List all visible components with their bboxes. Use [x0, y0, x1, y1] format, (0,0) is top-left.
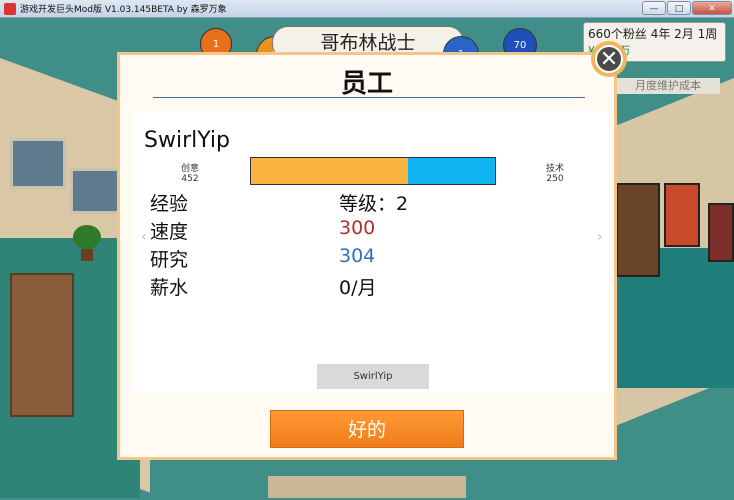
- bottom-panel: [268, 476, 466, 498]
- window-title: 游戏开发巨头Mod版 V1.03.145BETA by 森罗万象: [20, 5, 227, 15]
- office-door: [10, 273, 74, 417]
- fans-date-text: 660个粉丝 4年 2月 1周: [588, 27, 718, 41]
- salary-value: 0/月: [339, 277, 377, 299]
- title-divider: [153, 97, 585, 98]
- close-dialog-button[interactable]: ✕: [591, 41, 627, 77]
- experience-label: 经验: [150, 193, 189, 215]
- employee-name-button[interactable]: SwirlYip: [317, 364, 429, 389]
- dialog-title: 员工: [340, 69, 393, 99]
- maintenance-cost-label[interactable]: 月度维护成本: [616, 78, 720, 94]
- poster-space: [664, 183, 700, 247]
- window-controls: — □ ✕: [642, 1, 732, 15]
- research-value: 304: [339, 245, 376, 267]
- speed-label: 速度: [150, 221, 189, 243]
- tech-value: 250: [546, 174, 564, 184]
- research-label: 研究: [150, 249, 189, 271]
- speed-value: 300: [339, 217, 376, 239]
- bookshelf: [616, 183, 660, 277]
- creativity-label: 创意: [180, 164, 199, 174]
- window-titlebar: 游戏开发巨头Mod版 V1.03.145BETA by 森罗万象 — □ ✕: [0, 0, 734, 18]
- tech-skill: 技术 250: [535, 161, 575, 184]
- prev-employee-icon[interactable]: ‹: [141, 229, 147, 245]
- employee-name: SwirlYip: [144, 128, 230, 153]
- next-employee-icon[interactable]: ›: [597, 229, 603, 245]
- office-window: [10, 138, 66, 189]
- maximize-button[interactable]: □: [667, 1, 691, 15]
- creativity-value: 452: [181, 174, 199, 184]
- creativity-skill: 创意 452: [170, 161, 210, 184]
- close-icon: ✕: [595, 45, 623, 73]
- creativity-bar-fill: [251, 158, 409, 184]
- plant-icon: [73, 225, 101, 261]
- close-window-button[interactable]: ✕: [692, 1, 732, 15]
- minimize-button[interactable]: —: [642, 1, 666, 15]
- poster: [708, 203, 734, 262]
- ok-button[interactable]: 好的: [270, 410, 464, 448]
- tech-label: 技术: [545, 164, 564, 174]
- office-window: [70, 168, 121, 214]
- app-icon: [4, 2, 16, 15]
- skill-balance-bar: [250, 157, 496, 185]
- salary-label: 薪水: [150, 277, 189, 299]
- experience-value: 等级：2: [339, 193, 409, 215]
